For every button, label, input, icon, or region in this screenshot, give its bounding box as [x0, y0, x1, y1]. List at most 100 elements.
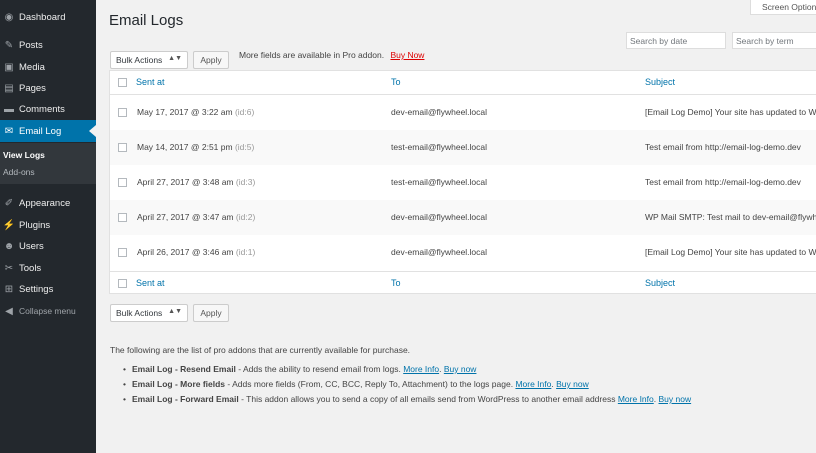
addon-list-item: • Email Log - More fields - Adds more fi…: [123, 379, 589, 389]
sidebar-item-label: Settings: [19, 283, 54, 295]
sent-at-cell: April 27, 2017 @ 3:47 am (id:2): [137, 212, 256, 222]
addon-name: Email Log - More fields: [132, 379, 226, 389]
bulk-actions-select-bottom[interactable]: Bulk Actions ▲▼: [110, 304, 188, 322]
sidebar-item-dashboard[interactable]: ◉ Dashboard: [0, 6, 96, 28]
bulk-actions-label: Bulk Actions: [116, 308, 163, 318]
sidebar-item-label: Comments: [19, 103, 65, 115]
sidebar-item-email-log[interactable]: ✉ Email Log: [0, 120, 96, 142]
bulk-actions-select-top[interactable]: Bulk Actions ▲▼: [110, 51, 188, 69]
to-cell: dev-email@flywheel.local: [391, 247, 488, 257]
sidebar-item-comments[interactable]: ▬ Comments: [0, 98, 96, 120]
submenu-view-logs[interactable]: View Logs: [3, 150, 45, 160]
addon-buy-now-link[interactable]: Buy now: [659, 394, 692, 404]
email-icon: ✉: [4, 125, 14, 137]
column-footer-to[interactable]: To: [391, 278, 401, 288]
addon-description: - Adds more fields (From, CC, BCC, Reply…: [225, 379, 514, 389]
addon-buy-now-link[interactable]: Buy now: [444, 364, 477, 374]
separator: .: [439, 364, 442, 374]
sent-at-cell: April 27, 2017 @ 3:48 am (id:3): [137, 177, 256, 187]
column-footer-subject[interactable]: Subject: [645, 278, 675, 288]
pro-note-text: More fields are available in Pro addon.: [239, 50, 385, 60]
collapse-arrow-icon: ◀: [5, 305, 13, 317]
settings-icon: ⊞: [4, 283, 14, 295]
comment-icon: ▬: [4, 103, 14, 115]
to-cell: dev-email@flywheel.local: [391, 107, 488, 117]
sidebar-item-label: Plugins: [19, 219, 51, 231]
sidebar-item-label: Appearance: [19, 197, 71, 209]
table-footer-row: Sent at To Subject: [110, 271, 816, 294]
bullet: •: [123, 394, 126, 404]
separator: .: [551, 379, 554, 389]
sidebar-item-posts[interactable]: ✎ Posts: [0, 34, 96, 56]
active-indicator-arrow: [89, 125, 96, 137]
select-caret-icon: ▲▼: [168, 308, 182, 315]
row-checkbox[interactable]: [118, 178, 127, 187]
select-caret-icon: ▲▼: [168, 55, 182, 62]
sidebar-item-tools[interactable]: ✂ Tools: [0, 257, 96, 279]
buy-now-link[interactable]: Buy Now: [390, 50, 424, 60]
bulk-actions-label: Bulk Actions: [116, 55, 163, 65]
subject-cell: WP Mail SMTP: Test mail to dev-email@fly…: [645, 212, 816, 222]
collapse-menu-label: Collapse menu: [19, 306, 76, 316]
sidebar-item-plugins[interactable]: ⚡ Plugins: [0, 214, 96, 236]
column-header-sent-at[interactable]: Sent at: [136, 77, 165, 87]
select-all-checkbox-footer[interactable]: [118, 279, 127, 288]
column-footer-sent-at[interactable]: Sent at: [136, 278, 165, 288]
row-checkbox[interactable]: [118, 108, 127, 117]
main-content: Email Logs Screen Options Search by date…: [96, 0, 816, 453]
sidebar-item-label: Email Log: [19, 125, 62, 137]
apply-button-top[interactable]: Apply: [193, 51, 229, 69]
addon-buy-now-link[interactable]: Buy now: [556, 379, 589, 389]
bullet: •: [123, 379, 126, 389]
apply-button-bottom[interactable]: Apply: [193, 304, 229, 322]
media-icon: ▣: [4, 61, 14, 73]
sidebar-item-pages[interactable]: ▤ Pages: [0, 77, 96, 99]
pages-icon: ▤: [4, 82, 14, 94]
search-by-term-input[interactable]: Search by term: [732, 32, 816, 49]
to-cell: dev-email@flywheel.local: [391, 212, 488, 222]
sidebar-item-label: Pages: [19, 82, 46, 94]
sidebar-item-settings[interactable]: ⊞ Settings: [0, 278, 96, 300]
row-checkbox[interactable]: [118, 213, 127, 222]
wrench-icon: ✂: [4, 262, 14, 274]
submenu-add-ons[interactable]: Add-ons: [3, 167, 35, 177]
addon-more-info-link[interactable]: More Info: [515, 379, 551, 389]
sent-at-cell: April 26, 2017 @ 3:46 am (id:1): [137, 247, 256, 257]
sidebar-item-label: Media: [19, 61, 45, 73]
addon-more-info-link[interactable]: More Info: [403, 364, 439, 374]
column-header-subject[interactable]: Subject: [645, 77, 675, 87]
row-checkbox[interactable]: [118, 143, 127, 152]
plugin-icon: ⚡: [2, 219, 16, 231]
addon-list-item: • Email Log - Resend Email - Adds the ab…: [123, 364, 477, 374]
select-all-checkbox[interactable]: [118, 78, 127, 87]
addon-more-info-link[interactable]: More Info: [618, 394, 654, 404]
sidebar-item-label: Posts: [19, 39, 43, 51]
sidebar-item-label: Users: [19, 240, 44, 252]
sidebar-item-appearance[interactable]: ✐ Appearance: [0, 192, 96, 214]
screen-options-button[interactable]: Screen Options: [750, 0, 816, 15]
sent-at-cell: May 17, 2017 @ 3:22 am (id:6): [137, 107, 255, 117]
addon-description: - This addon allows you to send a copy o…: [238, 394, 616, 404]
table-row: April 27, 2017 @ 3:47 am (id:2) dev-emai…: [110, 200, 816, 235]
collapse-menu-button[interactable]: ◀ Collapse menu: [0, 300, 96, 322]
row-checkbox[interactable]: [118, 248, 127, 257]
sidebar-item-media[interactable]: ▣ Media: [0, 56, 96, 78]
sidebar-item-users[interactable]: ☻ Users: [0, 235, 96, 257]
table-header-row: Sent at To Subject: [110, 71, 816, 95]
users-icon: ☻: [3, 240, 15, 252]
pin-icon: ✎: [4, 39, 14, 51]
table-row: May 14, 2017 @ 2:51 pm (id:5) test-email…: [110, 130, 816, 165]
separator: .: [653, 394, 657, 404]
table-row: April 26, 2017 @ 3:46 am (id:1) dev-emai…: [110, 235, 816, 270]
subject-cell: [Email Log Demo] Your site has updated t…: [645, 107, 816, 117]
pro-addon-note: More fields are available in Pro addon. …: [239, 50, 424, 60]
search-by-date-input[interactable]: Search by date: [626, 32, 726, 49]
subject-cell: Test email from http://email-log-demo.de…: [645, 142, 801, 152]
column-header-to[interactable]: To: [391, 77, 401, 87]
to-cell: test-email@flywheel.local: [391, 142, 488, 152]
addon-description: - Adds the ability to resend email from …: [235, 364, 401, 374]
sidebar-item-label: Tools: [19, 262, 42, 274]
subject-cell: Test email from http://email-log-demo.de…: [645, 177, 801, 187]
brush-icon: ✐: [4, 197, 14, 209]
table-row: April 27, 2017 @ 3:48 am (id:3) test-ema…: [110, 165, 816, 200]
